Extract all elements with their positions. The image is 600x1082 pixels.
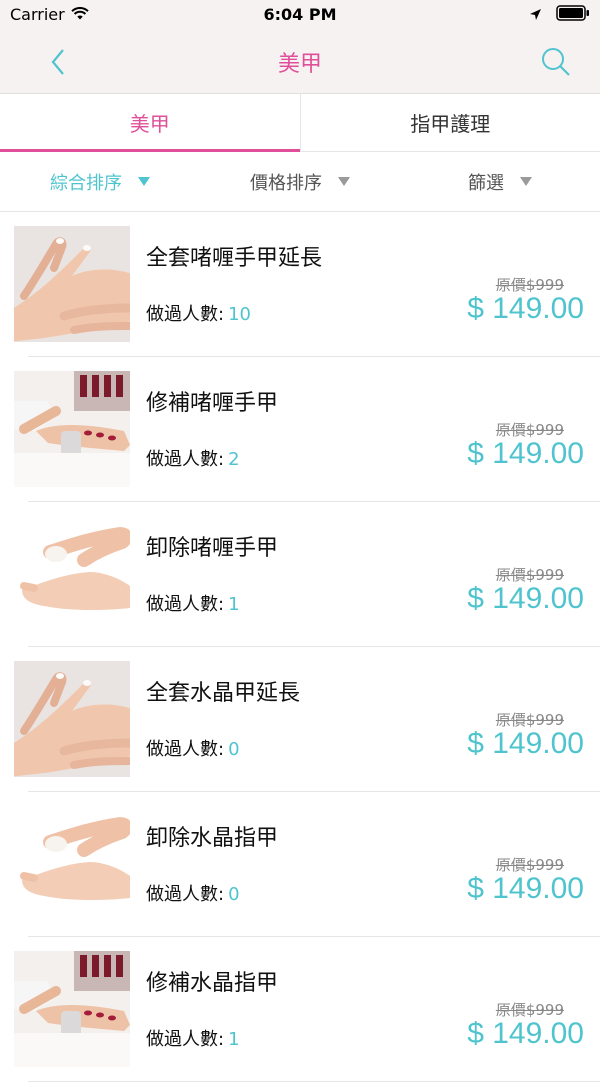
nail-removal-image: [14, 516, 130, 632]
count-value: 1: [228, 1029, 239, 1050]
sort-price-button[interactable]: 價格排序: [200, 152, 400, 211]
sale-price: $ 149.00: [467, 582, 584, 616]
navigation-bar: 美甲: [0, 30, 600, 94]
tab-nail-art[interactable]: 美甲: [0, 94, 300, 151]
count-value: 1: [228, 594, 239, 615]
count-value: 10: [228, 304, 251, 325]
count-label: 做過人數:: [146, 449, 224, 470]
list-item[interactable]: 卸除啫喱手甲 做過人數:1 原價$999 $ 149.00: [0, 502, 600, 647]
hands-manicure-image: [14, 226, 130, 342]
nail-painting-image: [14, 371, 130, 487]
triangle-down-icon: [520, 177, 532, 186]
tab-nail-care[interactable]: 指甲護理: [300, 94, 600, 151]
status-time: 6:04 PM: [0, 5, 600, 24]
triangle-down-icon: [338, 177, 350, 186]
battery-icon: [556, 5, 590, 25]
sale-price: $ 149.00: [467, 727, 584, 761]
sale-price: $ 149.00: [467, 437, 584, 471]
service-list: 全套啫喱手甲延長 做過人數:10 原價$999 $ 149.00 修補啫喱手甲 …: [0, 212, 600, 1082]
nail-removal-image: [14, 806, 130, 922]
sort-overall-label: 綜合排序: [50, 169, 122, 195]
customer-count: 做過人數:2: [146, 445, 240, 471]
count-label: 做過人數:: [146, 884, 224, 905]
list-item[interactable]: 修補啫喱手甲 做過人數:2 原價$999 $ 149.00: [0, 357, 600, 502]
search-icon: [540, 46, 572, 78]
service-name: 卸除水晶指甲: [146, 820, 278, 852]
list-item[interactable]: 修補水晶指甲 做過人數:1 原價$999 $ 149.00: [0, 937, 600, 1082]
service-name: 修補水晶指甲: [146, 965, 278, 997]
customer-count: 做過人數:10: [146, 300, 251, 326]
page-title: 美甲: [0, 46, 600, 78]
count-label: 做過人數:: [146, 594, 224, 615]
category-tabs: 美甲 指甲護理: [0, 94, 600, 152]
search-button[interactable]: [538, 44, 574, 80]
count-label: 做過人數:: [146, 739, 224, 760]
count-value: 0: [228, 739, 239, 760]
service-name: 全套水晶甲延長: [146, 675, 300, 707]
service-name: 卸除啫喱手甲: [146, 530, 278, 562]
sort-bar: 綜合排序 價格排序 篩選: [0, 152, 600, 212]
filter-button[interactable]: 篩選: [400, 152, 600, 211]
count-label: 做過人數:: [146, 304, 224, 325]
sale-price: $ 149.00: [467, 1017, 584, 1051]
customer-count: 做過人數:0: [146, 880, 240, 906]
customer-count: 做過人數:0: [146, 735, 240, 761]
list-item[interactable]: 全套啫喱手甲延長 做過人數:10 原價$999 $ 149.00: [0, 212, 600, 357]
filter-label: 篩選: [468, 169, 504, 195]
sale-price: $ 149.00: [467, 872, 584, 906]
customer-count: 做過人數:1: [146, 1025, 240, 1051]
location-arrow-icon: [529, 6, 542, 25]
count-value: 2: [228, 449, 239, 470]
count-label: 做過人數:: [146, 1029, 224, 1050]
customer-count: 做過人數:1: [146, 590, 240, 616]
service-name: 全套啫喱手甲延長: [146, 240, 322, 272]
sort-overall-button[interactable]: 綜合排序: [0, 152, 200, 211]
sale-price: $ 149.00: [467, 292, 584, 326]
status-bar: Carrier 6:04 PM: [0, 0, 600, 30]
service-name: 修補啫喱手甲: [146, 385, 278, 417]
hands-manicure-image: [14, 661, 130, 777]
count-value: 0: [228, 884, 239, 905]
list-item[interactable]: 卸除水晶指甲 做過人數:0 原價$999 $ 149.00: [0, 792, 600, 937]
nail-painting-image: [14, 951, 130, 1067]
sort-price-label: 價格排序: [250, 169, 322, 195]
list-item[interactable]: 全套水晶甲延長 做過人數:0 原價$999 $ 149.00: [0, 647, 600, 792]
triangle-down-icon: [138, 177, 150, 186]
status-right: [529, 5, 590, 25]
